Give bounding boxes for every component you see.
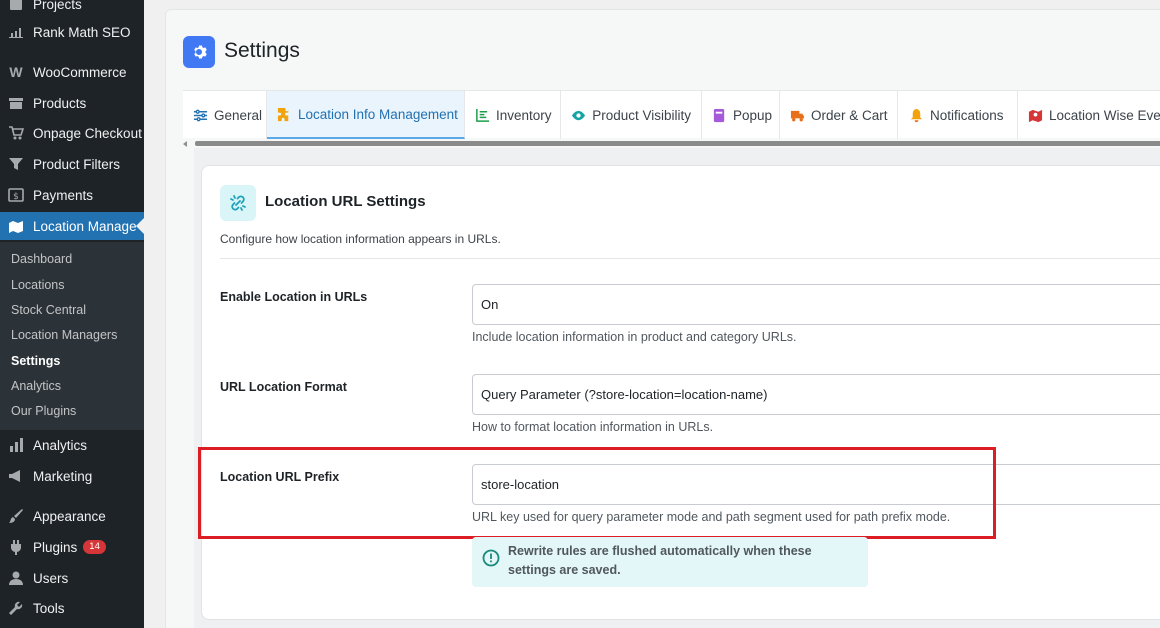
sidebar-item-label: Product Filters <box>33 156 121 172</box>
section-description: Configure how location information appea… <box>220 232 501 246</box>
scroll-left-arrow-icon[interactable] <box>183 141 187 147</box>
sidebar-item-analytics[interactable]: Analytics <box>0 435 144 455</box>
highlight-box <box>198 447 996 539</box>
tabs-horizontal-scrollbar[interactable] <box>183 140 1160 148</box>
bell-icon <box>908 107 924 123</box>
tab-inventory[interactable]: Inventory <box>465 91 561 139</box>
sidebar-item-products[interactable]: Products <box>0 93 144 113</box>
tab-label: Inventory <box>496 107 552 123</box>
cart-icon <box>7 124 25 142</box>
tab-label: Product Visibility <box>592 107 691 123</box>
info-circle-icon <box>482 549 500 567</box>
sidebar-item-woocommerce[interactable]: W WooCommerce <box>0 62 144 82</box>
submenu-item-locations[interactable]: Locations <box>11 278 65 292</box>
woocommerce-icon: W <box>9 64 23 80</box>
url-location-format-help: How to format location information in UR… <box>472 420 714 434</box>
enable-location-urls-label: Enable Location in URLs <box>220 290 368 304</box>
sidebar-item-marketing[interactable]: Marketing <box>0 466 144 486</box>
location-manage-submenu: Dashboard Locations Stock Central Locati… <box>0 242 144 430</box>
rank-math-icon <box>7 23 25 41</box>
notice-text: Rewrite rules are flushed automatically … <box>508 544 812 577</box>
sidebar-item-label: Marketing <box>33 468 93 484</box>
filter-icon <box>7 155 25 173</box>
svg-text:$: $ <box>13 192 19 202</box>
sidebar-item-rank-math[interactable]: Rank Math SEO <box>0 22 144 42</box>
payments-icon: $ <box>7 186 25 204</box>
products-icon <box>7 94 25 112</box>
sidebar-item-tools[interactable]: Tools <box>0 598 144 618</box>
sidebar-item-label: Users <box>33 570 69 586</box>
tab-label: Popup <box>733 107 773 123</box>
submenu-item-dashboard[interactable]: Dashboard <box>11 252 72 266</box>
sidebar-item-label: Tools <box>33 600 65 616</box>
location-manage-icon <box>7 217 25 235</box>
tools-icon <box>7 599 25 617</box>
enable-location-urls-select[interactable]: On <box>472 284 1160 325</box>
submenu-item-stock-central[interactable]: Stock Central <box>11 303 86 317</box>
tab-label: Location Info Management <box>298 106 458 122</box>
tab-label: Location Wise Every <box>1049 107 1160 123</box>
link-icon <box>220 185 256 221</box>
users-icon <box>7 569 25 587</box>
submenu-item-location-managers[interactable]: Location Managers <box>11 328 117 342</box>
enable-location-urls-help: Include location information in product … <box>472 330 797 344</box>
admin-sidebar: Projects Rank Math SEO W WooCommerce Pro… <box>0 0 144 628</box>
section-title: Location URL Settings <box>265 193 426 210</box>
sidebar-item-label: Rank Math SEO <box>33 24 131 40</box>
popup-icon <box>712 107 727 123</box>
sidebar-item-label: Products <box>33 95 87 111</box>
settings-tabs: General Location Info Management Invento… <box>183 90 1160 139</box>
plugins-icon <box>7 538 25 556</box>
tab-label: General <box>214 107 263 123</box>
section-divider <box>220 258 1160 259</box>
truck-icon <box>790 107 805 123</box>
sidebar-item-payments[interactable]: $ Payments <box>0 185 144 205</box>
submenu-item-settings[interactable]: Settings <box>11 354 60 368</box>
page-title: Settings <box>224 39 300 62</box>
sidebar-item-location-manage[interactable]: Location Manage <box>0 212 144 240</box>
url-location-format-label: URL Location Format <box>220 380 347 394</box>
submenu-item-our-plugins[interactable]: Our Plugins <box>11 404 76 418</box>
tab-notifications[interactable]: Notifications <box>898 91 1018 139</box>
projects-icon <box>7 0 25 13</box>
sidebar-item-product-filters[interactable]: Product Filters <box>0 154 144 174</box>
sliders-icon <box>193 107 208 123</box>
appearance-icon <box>7 507 25 525</box>
tab-general[interactable]: General <box>183 91 267 139</box>
rewrite-rules-notice: Rewrite rules are flushed automatically … <box>472 537 868 587</box>
sidebar-item-label: Analytics <box>33 437 88 453</box>
sidebar-item-label: WooCommerce <box>33 64 127 80</box>
map-pin-icon <box>1028 107 1043 123</box>
sidebar-item-appearance[interactable]: Appearance <box>0 506 144 526</box>
tab-popup[interactable]: Popup <box>702 91 780 139</box>
sidebar-item-label: Appearance <box>33 508 106 524</box>
sidebar-item-plugins[interactable]: Plugins 14 <box>0 537 144 557</box>
sidebar-item-onpage-checkout[interactable]: Onpage Checkout <box>0 123 144 143</box>
plugins-update-badge: 14 <box>83 540 106 554</box>
tab-label: Notifications <box>930 107 1004 123</box>
tab-product-visibility[interactable]: Product Visibility <box>561 91 702 139</box>
tab-label: Order & Cart <box>811 107 888 123</box>
puzzle-icon <box>277 106 292 122</box>
sidebar-item-label: Onpage Checkout <box>33 125 142 141</box>
analytics-icon <box>7 436 25 454</box>
eye-icon <box>571 107 586 123</box>
sidebar-item-label: Projects <box>33 0 82 12</box>
url-location-format-select[interactable]: Query Parameter (?store-location=locatio… <box>472 374 1160 415</box>
settings-gear-icon <box>183 36 215 68</box>
sidebar-item-label: Payments <box>33 187 94 203</box>
tab-location-wise-every[interactable]: Location Wise Every <box>1018 91 1160 139</box>
sidebar-item-label: Plugins <box>33 539 78 555</box>
sidebar-item-projects[interactable]: Projects <box>0 0 144 14</box>
marketing-icon <box>7 467 25 485</box>
sidebar-item-users[interactable]: Users <box>0 568 144 588</box>
submenu-item-analytics[interactable]: Analytics <box>11 379 61 393</box>
tab-location-info-management[interactable]: Location Info Management <box>267 91 465 139</box>
chart-line-icon <box>475 107 490 123</box>
sidebar-item-label: Location Manage <box>33 218 137 234</box>
tab-order-cart[interactable]: Order & Cart <box>780 91 898 139</box>
scrollbar-thumb[interactable] <box>195 141 1160 146</box>
